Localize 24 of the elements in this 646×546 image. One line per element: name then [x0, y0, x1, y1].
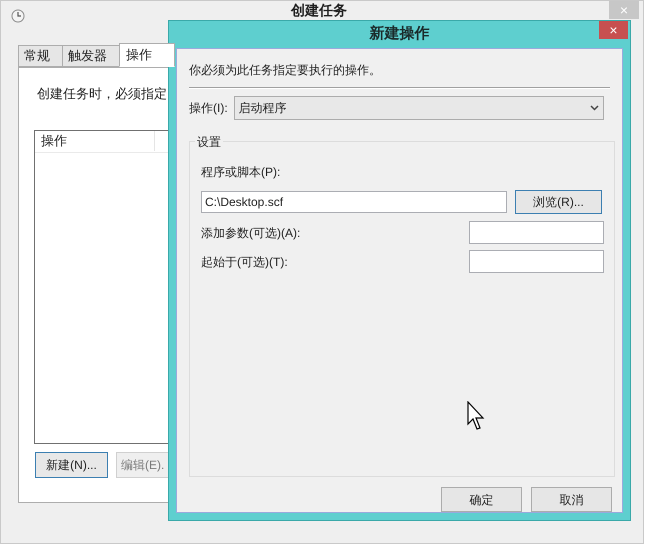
browse-button[interactable]: 浏览(R)... [515, 190, 602, 214]
action-label: 操作(I): [189, 100, 228, 117]
tab[interactable]: 操作 [119, 43, 175, 67]
dialog-button[interactable]: 确定 [441, 487, 522, 512]
field-label: 添加参数(可选)(A): [201, 224, 300, 242]
description-text: 创建任务时，必须指定 [37, 85, 168, 103]
column-header[interactable]: 操作 [35, 131, 155, 151]
mouse-pointer-icon [467, 401, 485, 431]
window-title: 创建任务 [291, 2, 347, 19]
tab[interactable]: 触发器 [62, 45, 120, 67]
field-label: 起始于(可选)(T): [201, 254, 288, 270]
clock-icon [11, 9, 25, 23]
action-button[interactable]: 新建(N)... [35, 452, 108, 478]
program-label: 程序或脚本(P): [201, 164, 282, 181]
dialog-button[interactable]: 取消 [531, 487, 612, 512]
action-dropdown[interactable]: 启动程序 [234, 96, 604, 120]
chevron-down-icon [590, 105, 599, 111]
close-button[interactable]: × [599, 21, 628, 39]
text-input[interactable] [469, 250, 604, 273]
instruction-text: 你必须为此任务指定要执行的操作。 [189, 62, 382, 79]
program-input[interactable]: C:\Desktop.scf [201, 191, 507, 213]
dialog-title: 新建操作 [370, 24, 430, 44]
text-input[interactable] [469, 221, 604, 244]
tab[interactable]: 常规 [18, 45, 63, 67]
